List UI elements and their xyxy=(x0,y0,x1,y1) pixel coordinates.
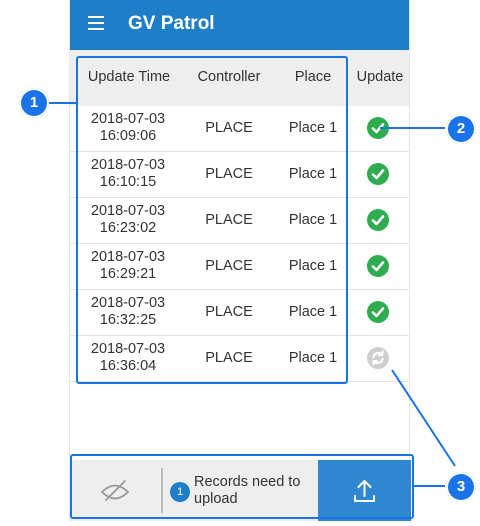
callout-3: 3 xyxy=(446,472,476,502)
annotation-lines xyxy=(48,102,456,487)
callout-1: 1 xyxy=(19,88,49,118)
callout-2: 2 xyxy=(446,114,476,144)
